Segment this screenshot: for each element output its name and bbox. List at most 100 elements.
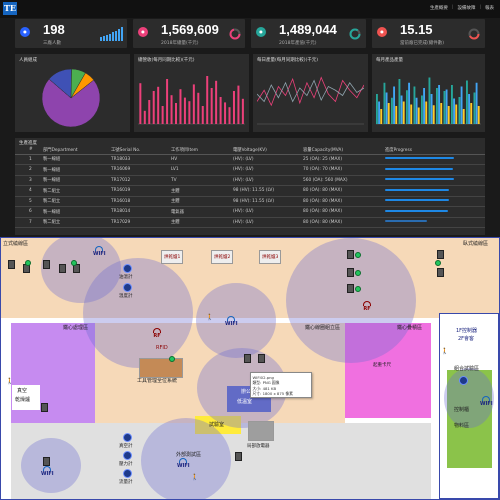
nav-link-reports[interactable]: 報表 bbox=[485, 5, 494, 11]
person-icon[interactable]: 🚶 bbox=[441, 348, 448, 355]
table-cell: 製一線組 bbox=[43, 175, 111, 186]
table-cell: 560 (OA): 560 (MAX) bbox=[303, 175, 385, 186]
monthly-product-bar-chart bbox=[376, 77, 481, 125]
bar bbox=[445, 89, 448, 124]
table-row[interactable]: 4 製二組立 TR16019 主體 98 (HV): 11.55 (LV) 80 (OA)… bbox=[15, 185, 485, 197]
table-cell: (HV): (LV) bbox=[233, 164, 303, 176]
wifi-icon[interactable]: WIFI bbox=[225, 316, 238, 327]
partial-discharge-analyzer[interactable] bbox=[248, 421, 274, 441]
horizontal-winder[interactable] bbox=[347, 284, 354, 293]
flow-gauge[interactable] bbox=[123, 469, 132, 478]
progress-cell bbox=[385, 206, 485, 218]
bar bbox=[462, 109, 465, 124]
table-row[interactable]: 7 製二組立 TR17029 主體 (HV): (LV) 80 (OA): 80 (MAX… bbox=[15, 217, 485, 228]
wifi-icon[interactable]: WIFI bbox=[41, 466, 54, 477]
control-gauge[interactable] bbox=[459, 376, 468, 385]
bar bbox=[440, 103, 443, 124]
box-icon: ● bbox=[377, 27, 387, 37]
winding-machine[interactable] bbox=[8, 260, 15, 269]
col-header[interactable]: 部門Department bbox=[43, 146, 111, 155]
winding-machine[interactable] bbox=[59, 264, 66, 273]
core-stack[interactable] bbox=[41, 403, 48, 412]
progress-cell bbox=[385, 154, 485, 165]
person-icon[interactable]: 🚶 bbox=[206, 314, 213, 321]
bar bbox=[139, 83, 142, 124]
wifi-icon[interactable]: WIFI bbox=[177, 458, 190, 469]
wifi-icon[interactable]: WIFI bbox=[93, 246, 106, 257]
table-row[interactable]: 1 製一線組 TR18033 HV (HV): (LV) 25 (OA): 25 (MAX… bbox=[15, 154, 485, 165]
bar bbox=[395, 106, 398, 124]
col-header[interactable]: 工作項目Item bbox=[171, 146, 233, 155]
core-stack[interactable] bbox=[43, 457, 50, 466]
machine-label: 起重卡尺 bbox=[373, 363, 391, 368]
col-header[interactable]: 進度Progress bbox=[385, 146, 485, 155]
table-row[interactable]: 6 製一線組 TR18014 電氣器 (HV): (LV) 80 (OA): 80 (MA… bbox=[15, 206, 485, 218]
bar bbox=[402, 101, 405, 124]
kpi-label: 2018年總量(千元) bbox=[161, 41, 199, 46]
bar bbox=[237, 85, 240, 124]
horizontal-winder[interactable] bbox=[347, 250, 354, 259]
table-cell: LV1 bbox=[171, 164, 233, 176]
rf-icon[interactable]: RF bbox=[153, 328, 161, 339]
bar bbox=[148, 100, 151, 124]
core-stack[interactable] bbox=[235, 452, 242, 461]
status-online-icon bbox=[169, 356, 175, 362]
horizontal-winder[interactable] bbox=[347, 268, 354, 277]
temperature-gauge[interactable] bbox=[123, 283, 132, 292]
kpi-value: 198 bbox=[43, 22, 65, 37]
tooltip-dimensions: 尺寸: 1800 x 875 像素 bbox=[252, 391, 293, 396]
bar bbox=[438, 85, 441, 124]
col-header[interactable]: 電壓Voltage(KV) bbox=[233, 146, 303, 155]
table-cell: 70 (OA): 70 (MAX) bbox=[303, 164, 385, 176]
winding-machine[interactable] bbox=[43, 260, 50, 269]
bar bbox=[466, 80, 468, 124]
machine-label: 烘乾爐3 bbox=[262, 255, 279, 260]
col-header[interactable]: # bbox=[15, 146, 43, 155]
vacuum-gauge[interactable] bbox=[123, 433, 132, 442]
col-header[interactable]: 工號Serial No. bbox=[111, 146, 171, 155]
kpi-value: 1,489,044 bbox=[279, 22, 337, 37]
nav-link-overview[interactable]: 生產概要 bbox=[430, 5, 448, 11]
table-cell: 7 bbox=[15, 217, 43, 228]
nav-link-faults[interactable]: 設備故障 bbox=[457, 5, 475, 11]
zone-label: 控制櫃 bbox=[454, 407, 470, 413]
table-cell: 製一線組 bbox=[43, 154, 111, 165]
wifi-icon[interactable]: WIFI bbox=[480, 396, 493, 407]
bar bbox=[380, 109, 383, 124]
zone-label: 低溫室 bbox=[237, 399, 253, 405]
revenue-bar-chart bbox=[138, 76, 245, 125]
rf-icon[interactable]: RF bbox=[363, 301, 371, 312]
bar bbox=[376, 94, 378, 124]
gauge-label: 壓力計 bbox=[119, 462, 133, 467]
col-header[interactable]: 容量Capacity(MVA) bbox=[303, 146, 385, 155]
bar bbox=[406, 90, 408, 124]
table-cell: 主體 bbox=[171, 196, 233, 207]
bar bbox=[460, 86, 463, 124]
horizontal-winder[interactable] bbox=[437, 268, 444, 277]
horizontal-winder[interactable] bbox=[437, 250, 444, 259]
pressure-gauge[interactable] bbox=[123, 451, 132, 460]
bar bbox=[398, 79, 401, 124]
table-cell: 製一線組 bbox=[43, 206, 111, 218]
company-logo[interactable]: TE bbox=[3, 2, 17, 15]
core-stack[interactable] bbox=[258, 354, 265, 363]
zone-label: 外部測試區 bbox=[176, 452, 202, 458]
table-cell: 98 (HV): 11.55 (LV) bbox=[233, 185, 303, 197]
table-cell: TR16069 bbox=[111, 164, 171, 176]
table-cell: 3 bbox=[15, 175, 43, 186]
bar bbox=[201, 106, 204, 124]
table-cell: TV bbox=[171, 175, 233, 186]
zone-label: 物料區 bbox=[454, 423, 470, 429]
progress-cell bbox=[385, 175, 485, 186]
table-row[interactable]: 5 製二組立 TR16018 主體 98 (HV): 11.55 (LV) 80 (OA)… bbox=[15, 196, 485, 207]
person-icon[interactable]: 🚶 bbox=[6, 378, 13, 385]
table-row[interactable]: 3 製一線組 TR17012 TV (HV): (LV) 560 (OA): 560 (M… bbox=[15, 175, 485, 186]
tool-management-station[interactable] bbox=[139, 358, 183, 378]
oil-temp-gauge[interactable] bbox=[123, 264, 132, 273]
table-row[interactable]: 2 製一線組 TR16069 LV1 (HV): (LV) 70 (OA): 70 (MA… bbox=[15, 164, 485, 176]
person-icon[interactable]: 🚶 bbox=[191, 474, 198, 481]
core-stack[interactable] bbox=[244, 354, 251, 363]
zone-label: 乾燥爐 bbox=[15, 397, 31, 403]
bar bbox=[432, 105, 435, 124]
zone-label: 鐵心線圈組立區 bbox=[305, 325, 341, 331]
